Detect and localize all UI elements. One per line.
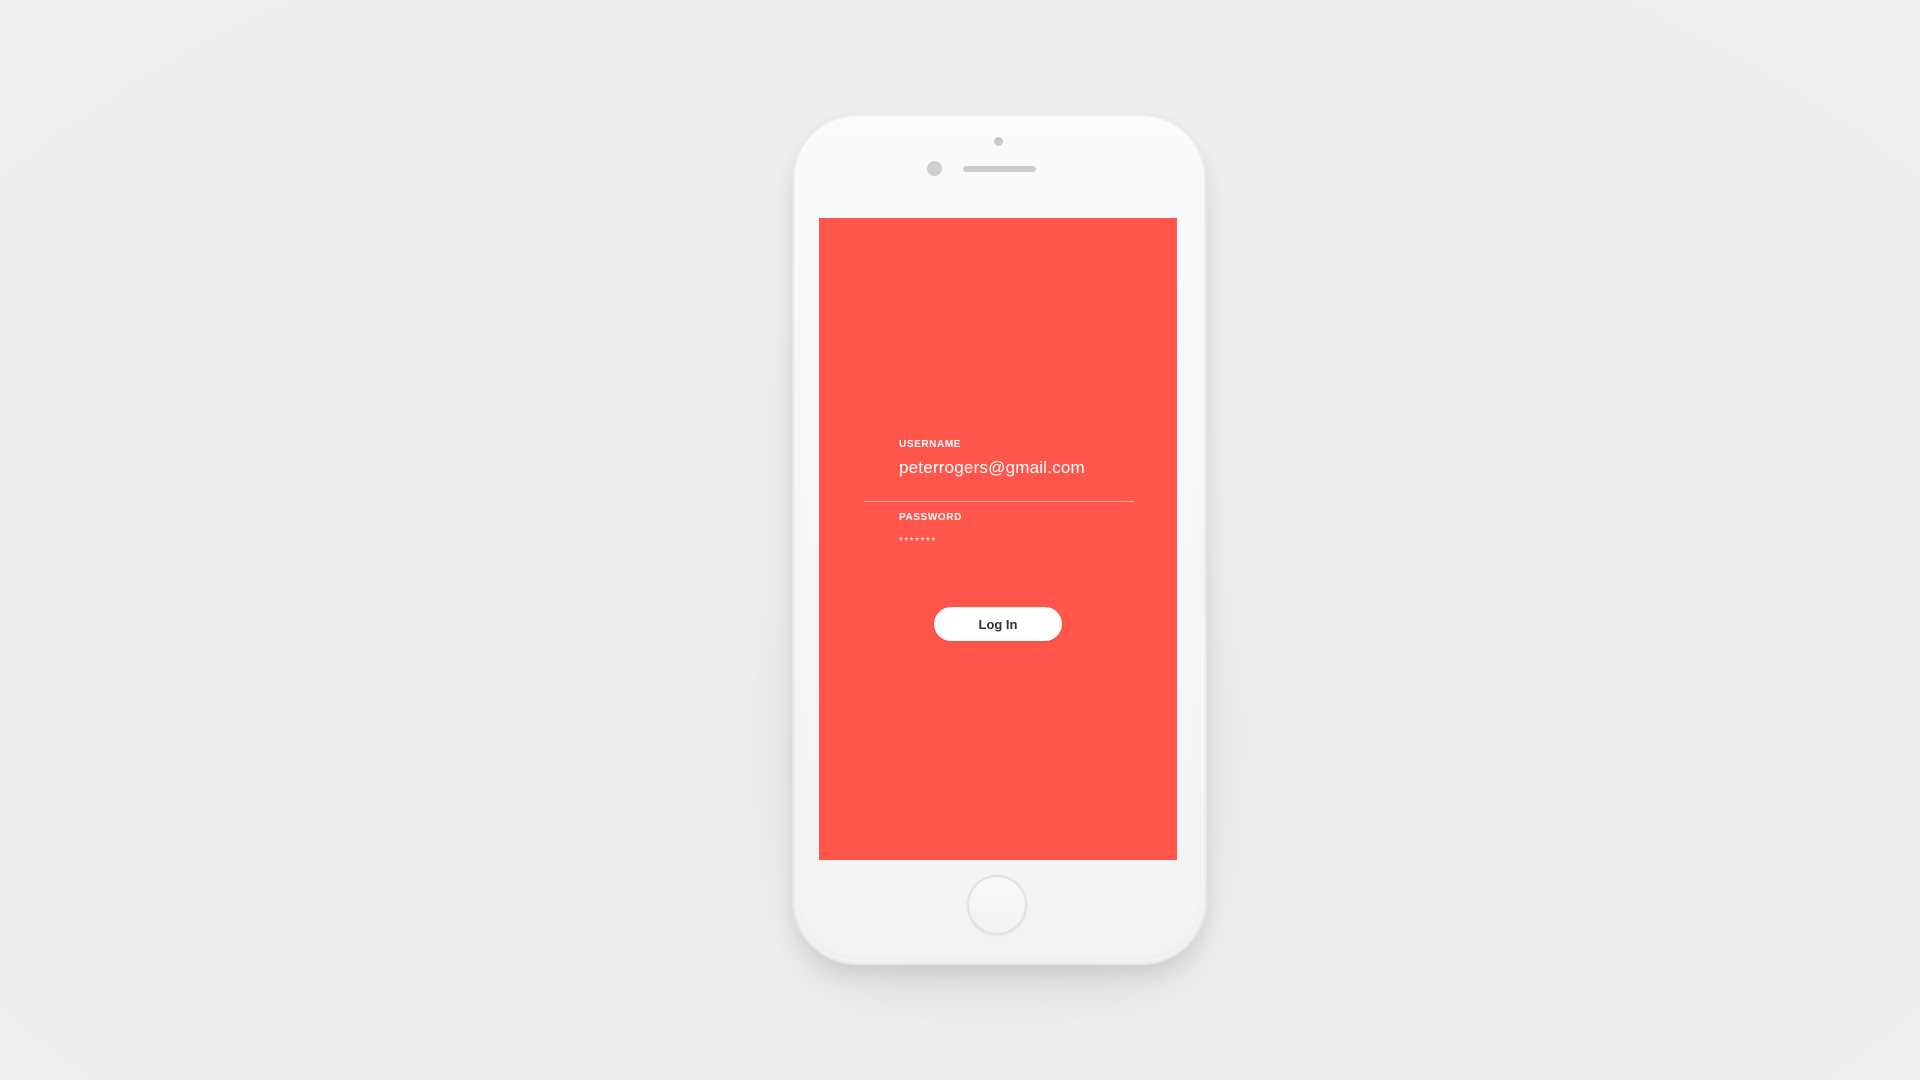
front-camera-icon — [927, 161, 942, 176]
home-button-icon[interactable] — [967, 875, 1027, 935]
login-screen: USERNAME peterrogers@gmail.com PASSWORD … — [819, 218, 1177, 860]
mockup-stage: USERNAME peterrogers@gmail.com PASSWORD … — [0, 0, 1920, 1080]
password-label: PASSWORD — [899, 512, 962, 523]
username-label: USERNAME — [899, 439, 962, 450]
sensor-icon — [994, 137, 1003, 146]
login-button[interactable]: Log In — [934, 607, 1062, 641]
username-field[interactable]: peterrogers@gmail.com — [899, 458, 1085, 478]
earpiece-icon — [963, 166, 1036, 172]
phone-device: USERNAME peterrogers@gmail.com PASSWORD … — [793, 114, 1206, 964]
field-divider — [864, 501, 1134, 502]
password-field[interactable]: ******* — [899, 536, 937, 547]
